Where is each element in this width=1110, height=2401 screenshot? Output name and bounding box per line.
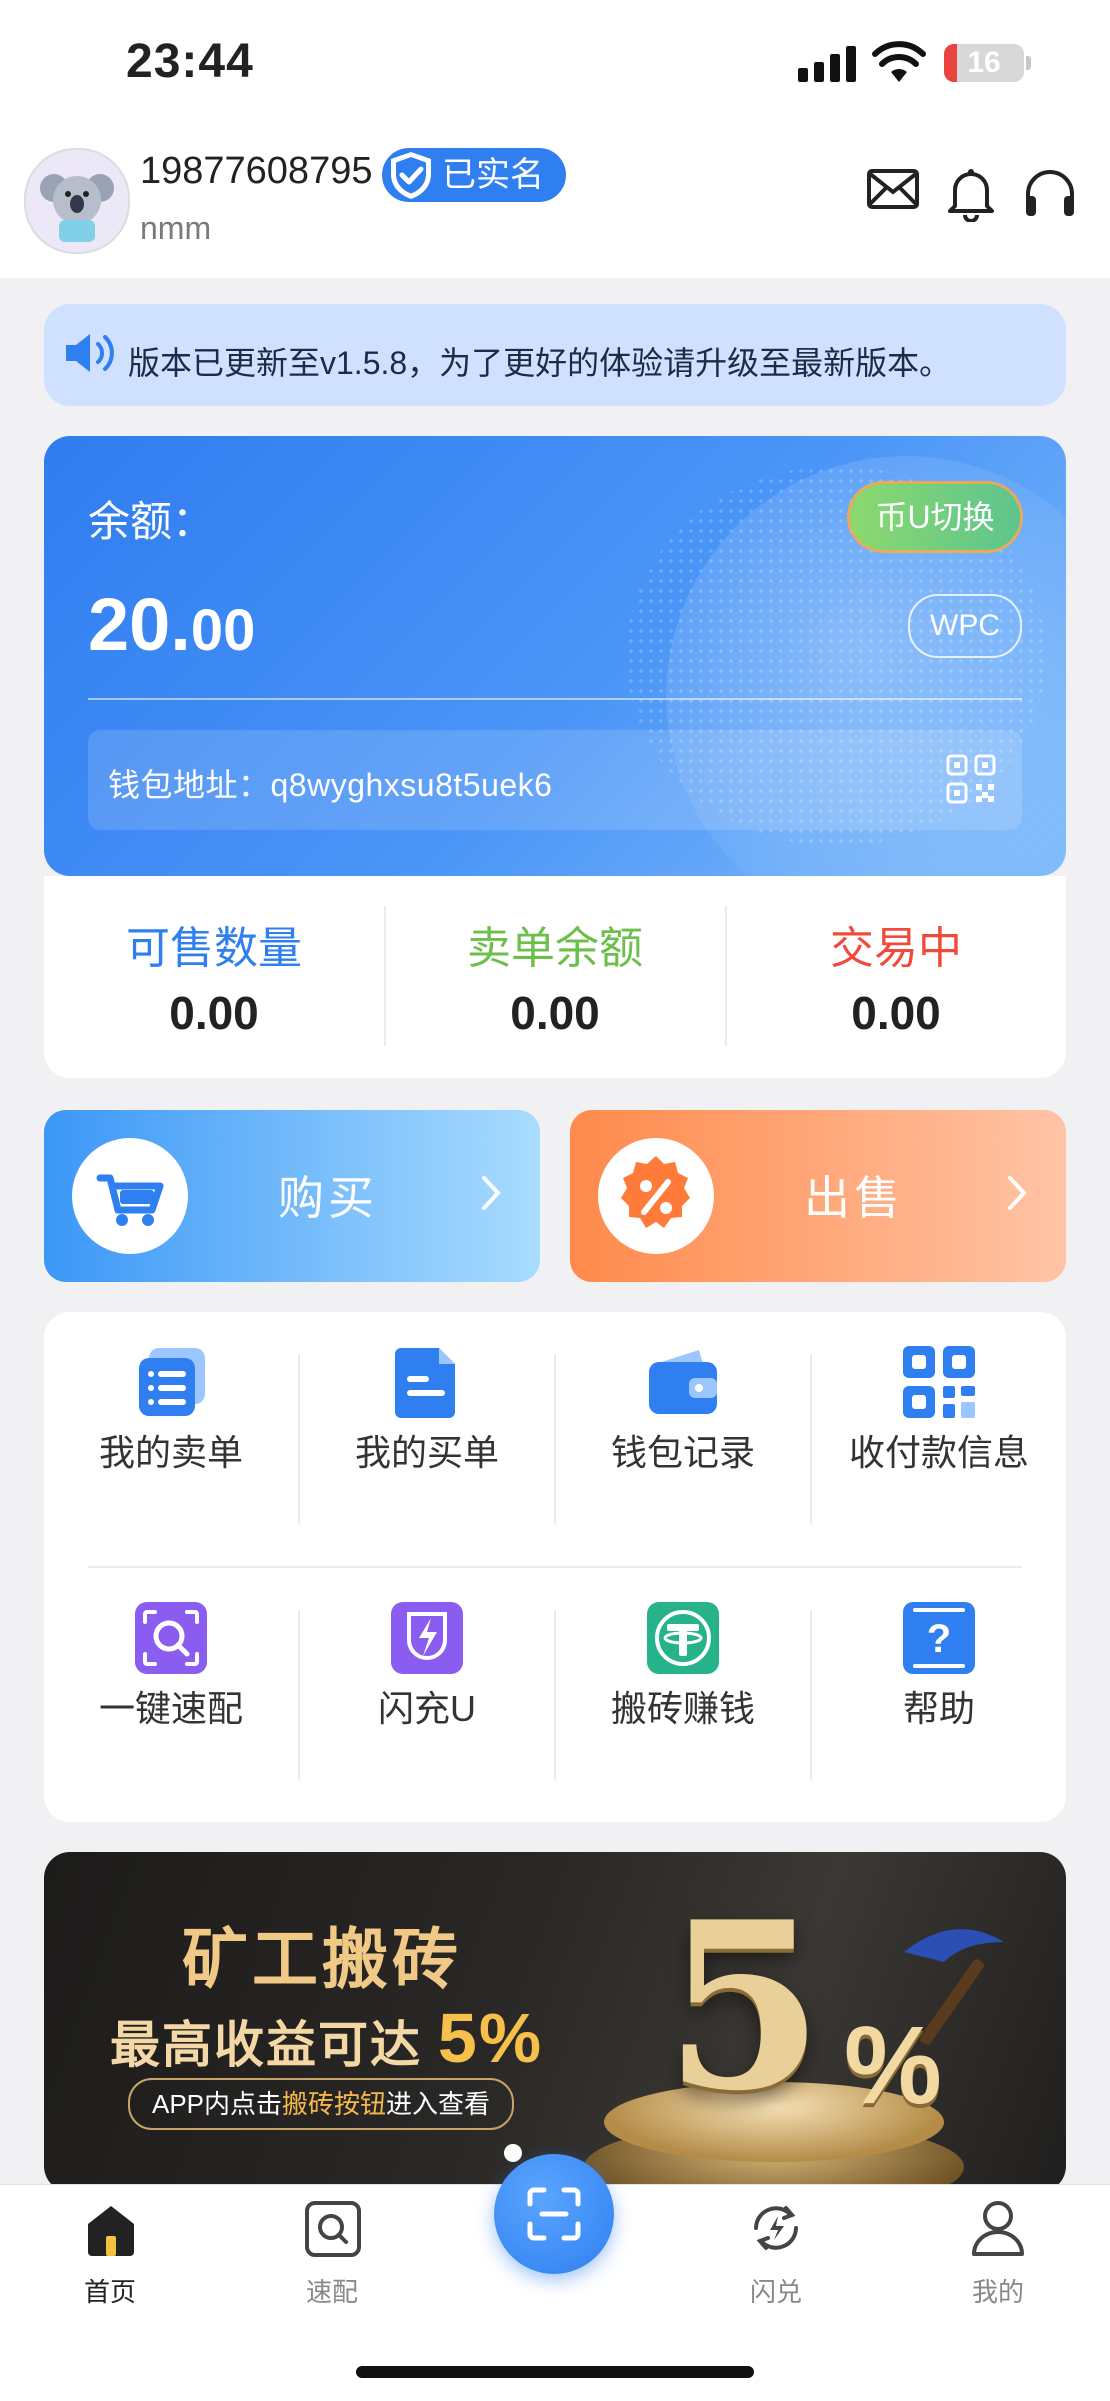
- exchange-icon: [754, 2206, 798, 2250]
- avatar[interactable]: [24, 148, 130, 254]
- banner-hint-highlight: 搬砖按钮: [282, 2089, 387, 2119]
- grid-item-wallet-records[interactable]: 钱包记录: [556, 1312, 810, 1566]
- stat-label: 可售数量: [126, 924, 302, 973]
- stat-trading: 交易中 0.00: [726, 876, 1066, 1078]
- grid-item-help[interactable]: ? 帮助: [812, 1568, 1066, 1822]
- update-notice-text: 版本已更新至v1.5.8，为了更好的体验请升级至最新版本。: [128, 345, 952, 381]
- card-divider: [88, 698, 1022, 700]
- stat-value: 0.00: [510, 987, 600, 1039]
- scan-icon: [527, 2187, 581, 2241]
- buy-button[interactable]: 购买: [44, 1110, 540, 1282]
- banner-percent: 5%: [437, 1999, 544, 2077]
- search-match-icon: [305, 2201, 361, 2257]
- discount-badge-icon: [598, 1138, 714, 1254]
- status-time: 23:44: [126, 35, 254, 88]
- tab-label: 闪兑: [749, 2277, 802, 2307]
- banner-title: 矿工搬砖: [182, 1922, 462, 1996]
- grid-item-label: 一键速配: [98, 1688, 243, 1729]
- speaker-icon: [66, 334, 114, 372]
- chevron-right-icon: [1008, 1176, 1027, 1210]
- scan-button[interactable]: [494, 2154, 614, 2274]
- grid-item-label: 帮助: [902, 1688, 975, 1729]
- profile-icon: [972, 2201, 1024, 2256]
- battery-icon: 16: [944, 44, 1024, 82]
- tab-label: 首页: [83, 2277, 136, 2307]
- grid-item-flash-charge[interactable]: 闪充U: [300, 1568, 554, 1822]
- stat-label: 卖单余额: [467, 924, 643, 973]
- grid-item-my-sell-orders[interactable]: 我的卖单: [44, 1312, 298, 1566]
- stats-panel: 可售数量 0.00 卖单余额 0.00 交易中 0.00: [44, 876, 1066, 1078]
- stat-available: 可售数量 0.00: [44, 876, 384, 1078]
- wifi-icon: [872, 41, 926, 82]
- buy-label: 购买: [278, 1172, 378, 1224]
- battery-level: 16: [967, 46, 1001, 79]
- grid-item-label: 钱包记录: [610, 1432, 755, 1473]
- verified-label: 已实名: [442, 156, 544, 194]
- shield-check-icon: [391, 152, 431, 199]
- wallet-address: 钱包地址：q8wyghxsu8t5uek6: [108, 767, 553, 803]
- carousel-indicator[interactable]: [504, 2144, 522, 2162]
- grid-item-my-buy-orders[interactable]: 我的买单: [300, 1312, 554, 1566]
- stat-label: 交易中: [830, 924, 962, 973]
- banner-hint-pill: APP内点击搬砖按钮进入查看: [128, 2078, 515, 2130]
- cellular-signal-icon: [798, 46, 856, 82]
- user-phone: 19877608795: [140, 150, 373, 192]
- verified-badge: 已实名: [382, 148, 566, 202]
- currency-badge[interactable]: WPC: [908, 594, 1022, 658]
- grid-item-label: 收付款信息: [848, 1432, 1029, 1473]
- currency-switch-button[interactable]: 币U切换: [850, 484, 1020, 550]
- stat-sell-balance: 卖单余额 0.00: [385, 876, 725, 1078]
- promo-banner[interactable]: 5 % 矿工搬砖 最高收益可达 5% APP内点击搬砖按钮进入查看: [44, 1852, 1066, 2192]
- headset-icon[interactable]: [1022, 166, 1078, 222]
- grid-item-label: 我的卖单: [98, 1432, 243, 1473]
- chevron-right-icon: [482, 1176, 501, 1210]
- banner-hint-post: 进入查看: [386, 2089, 491, 2119]
- svg-text:?: ?: [927, 1617, 951, 1661]
- sell-label: 出售: [804, 1172, 904, 1224]
- grid-item-label: 搬砖赚钱: [610, 1688, 755, 1729]
- feature-grid: 我的卖单 我的买单 钱包记录 收付款信息 一键速配 闪充U 搬砖赚钱 ? 帮助: [44, 1312, 1066, 1822]
- stat-value: 0.00: [169, 987, 259, 1039]
- battery-tip: [1026, 56, 1031, 70]
- stat-value: 0.00: [851, 987, 941, 1039]
- grid-item-label: 闪充U: [378, 1688, 476, 1729]
- koala-avatar-icon: [26, 150, 128, 252]
- tab-label: 我的: [971, 2277, 1024, 2307]
- flash-charge-icon: [391, 1602, 463, 1674]
- user-nickname: nmm: [140, 210, 212, 246]
- grid-item-label: 我的买单: [354, 1432, 499, 1473]
- wallet-icon: [649, 1350, 717, 1414]
- balance-amount-decimals: 00: [190, 598, 256, 663]
- banner-subtitle: 最高收益可达 5%: [110, 1998, 543, 2078]
- qr-code-icon: [903, 1346, 975, 1418]
- quick-match-icon: [135, 1602, 207, 1674]
- grid-item-payment-info[interactable]: 收付款信息: [812, 1312, 1066, 1566]
- balance-amount-int: 20.: [88, 583, 191, 666]
- banner-hint-pre: APP内点击: [152, 2089, 283, 2119]
- tether-icon: [647, 1602, 719, 1674]
- home-icon: [88, 2206, 134, 2256]
- buy-orders-icon: [395, 1348, 455, 1418]
- banner-subtitle-text: 最高收益可达: [110, 2017, 422, 2073]
- cart-icon: [72, 1138, 188, 1254]
- bell-icon[interactable]: [944, 164, 998, 222]
- balance-amount: 20.00: [88, 582, 255, 667]
- balance-label: 余额：: [88, 498, 215, 545]
- home-indicator: [356, 2366, 754, 2378]
- balance-card: 余额： 20.00 币U切换 WPC 钱包地址：q8wyghxsu8t5uek6: [44, 436, 1066, 876]
- grid-item-earn[interactable]: 搬砖赚钱: [556, 1568, 810, 1822]
- banner-big-five: 5: [664, 1872, 825, 2142]
- mail-icon[interactable]: [866, 168, 920, 210]
- sell-button[interactable]: 出售: [570, 1110, 1066, 1282]
- sell-orders-icon: [139, 1348, 205, 1416]
- tab-label: 速配: [305, 2277, 358, 2307]
- help-icon: ?: [903, 1602, 975, 1674]
- qr-code-icon[interactable]: [946, 754, 996, 804]
- pickaxe-icon: [904, 1929, 1004, 2045]
- grid-item-quick-match[interactable]: 一键速配: [44, 1568, 298, 1822]
